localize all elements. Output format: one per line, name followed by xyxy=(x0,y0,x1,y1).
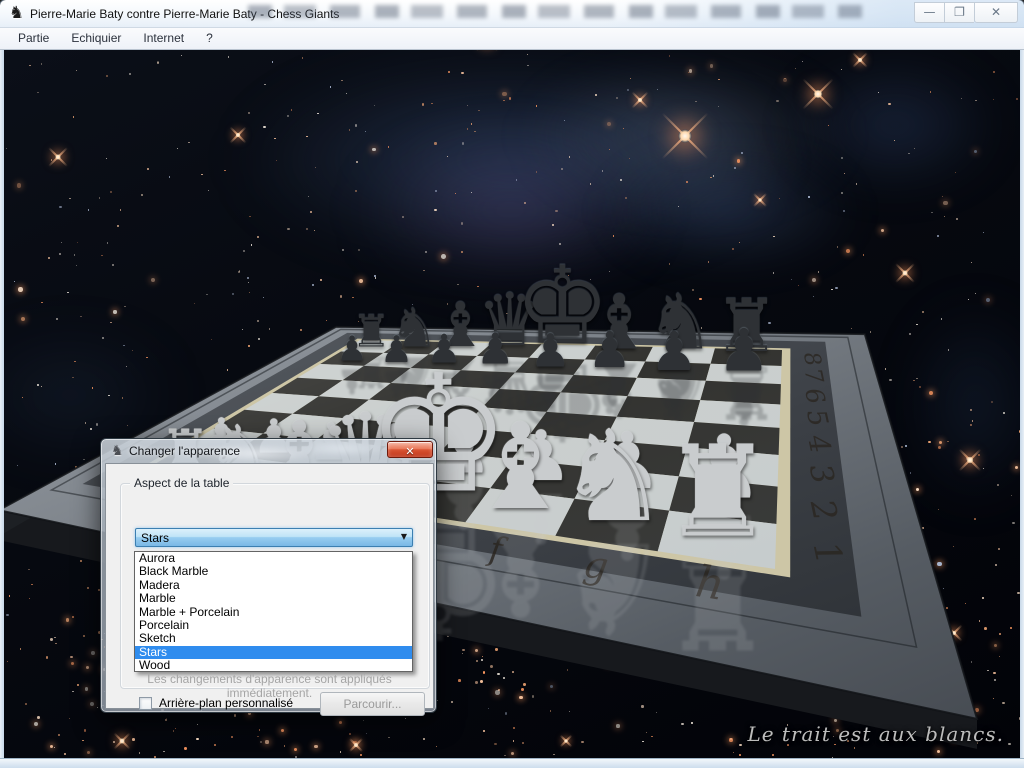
menu-internet[interactable]: Internet xyxy=(132,28,195,49)
window-controls: — ❐ ✕ xyxy=(914,2,1018,23)
dialog-close-icon: ✕ xyxy=(405,445,414,458)
appearance-dialog: ♞ Changer l'apparence ✕ Aspect de la tab… xyxy=(100,438,437,713)
option-porcelain[interactable]: Porcelain xyxy=(135,619,412,632)
window-border-right xyxy=(1020,28,1024,758)
option-sketch[interactable]: Sketch xyxy=(135,632,412,645)
dialog-title: Changer l'apparence xyxy=(129,444,240,458)
dialog-client-area: Aspect de la table Stars ▼ AuroraBlack M… xyxy=(105,463,434,709)
window-titlebar[interactable]: ♞ Pierre-Marie Baty contre Pierre-Marie … xyxy=(0,0,1024,28)
group-label: Aspect de la table xyxy=(130,476,233,490)
app-window: ♞ Pierre-Marie Baty contre Pierre-Marie … xyxy=(0,0,1024,768)
chevron-down-icon: ▼ xyxy=(401,532,407,541)
option-aurora[interactable]: Aurora xyxy=(135,552,412,565)
close-button[interactable]: ✕ xyxy=(974,2,1018,23)
option-stars[interactable]: Stars xyxy=(135,646,412,659)
window-border-bottom xyxy=(0,758,1024,768)
option-wood[interactable]: Wood xyxy=(135,659,412,672)
close-icon: ✕ xyxy=(991,5,1001,19)
dialog-close-button[interactable]: ✕ xyxy=(387,441,433,458)
option-marble-porcelain[interactable]: Marble + Porcelain xyxy=(135,606,412,619)
dialog-status-text: Les changements d'apparence sont appliqu… xyxy=(106,672,433,700)
restore-icon: ❐ xyxy=(954,5,965,19)
table-aspect-combobox[interactable]: Stars ▼ xyxy=(135,528,413,547)
option-marble[interactable]: Marble xyxy=(135,592,412,605)
option-madera[interactable]: Madera xyxy=(135,579,412,592)
dialog-knight-icon: ♞ xyxy=(111,443,124,459)
menu-partie[interactable]: Partie xyxy=(0,28,60,49)
combobox-value: Stars xyxy=(141,531,169,545)
table-aspect-listbox: AuroraBlack MarbleMaderaMarbleMarble + P… xyxy=(134,551,413,672)
menu-echiquier[interactable]: Echiquier xyxy=(60,28,132,49)
menu-help[interactable]: ? xyxy=(195,28,224,49)
minimize-icon: — xyxy=(924,5,936,19)
option-black-marble[interactable]: Black Marble xyxy=(135,565,412,578)
title-ghost-artifact xyxy=(248,5,862,18)
dialog-titlebar[interactable]: ♞ Changer l'apparence ✕ xyxy=(101,439,436,463)
turn-status-text: Le trait est aux blancs. xyxy=(747,722,1004,746)
window-border-left xyxy=(0,28,4,758)
minimize-button[interactable]: — xyxy=(914,2,944,23)
menu-bar: Partie Echiquier Internet ? xyxy=(0,28,1024,50)
table-aspect-group: Aspect de la table Stars ▼ AuroraBlack M… xyxy=(120,483,430,689)
app-knight-icon: ♞ xyxy=(9,4,24,23)
restore-button[interactable]: ❐ xyxy=(944,2,974,23)
